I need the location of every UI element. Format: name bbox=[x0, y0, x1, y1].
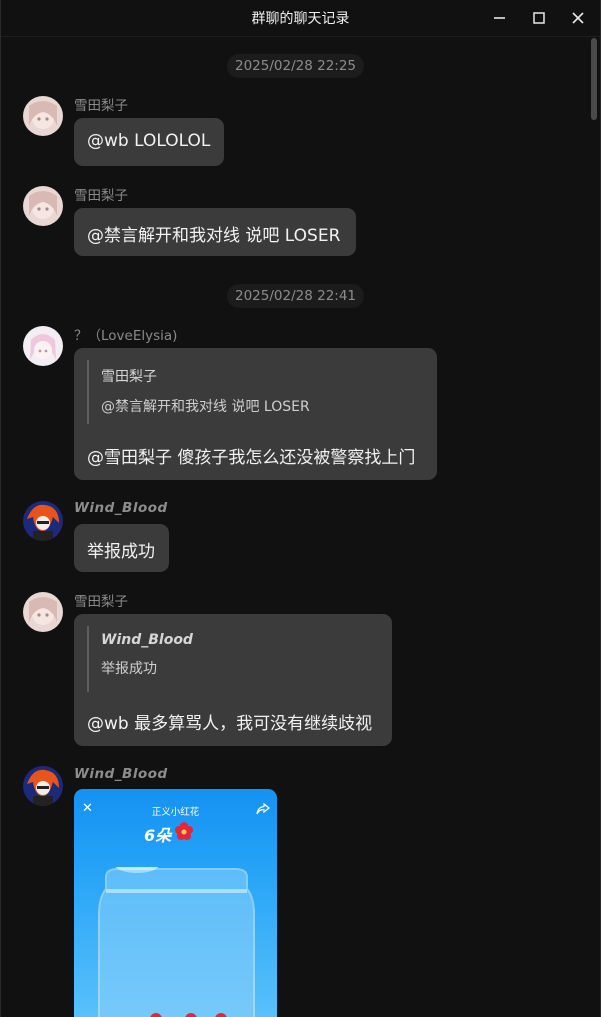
red-flower-icon bbox=[174, 821, 194, 845]
message-bubble[interactable]: 雪田梨子 @禁言解开和我对线 说吧 LOSER @雪田梨子 傻孩子我怎么还没被警… bbox=[74, 348, 437, 480]
maximize-icon[interactable] bbox=[529, 8, 549, 28]
avatar[interactable] bbox=[23, 186, 63, 226]
chat-history-window: 群聊的聊天记录 2025/02/28 22:25 雪田梨子 @wb LOLOLO… bbox=[0, 0, 601, 1017]
sender-name: Wind_Blood bbox=[74, 766, 168, 782]
sender-name: 雪田梨子 bbox=[74, 594, 128, 610]
quoted-sender: Wind_Blood bbox=[101, 632, 193, 648]
message-text: @雪田梨子 傻孩子我怎么还没被警察找上门 bbox=[87, 448, 416, 468]
image-message[interactable]: ✕ 正义小红花 6朵 bbox=[74, 789, 277, 1017]
quoted-message[interactable]: Wind_Blood 举报成功 bbox=[87, 626, 193, 692]
close-icon[interactable] bbox=[568, 8, 588, 28]
sender-name: Wind_Blood bbox=[74, 500, 168, 516]
message-bubble[interactable]: 举报成功 bbox=[74, 524, 169, 572]
avatar[interactable] bbox=[23, 96, 63, 136]
timestamp-divider: 2025/02/28 22:25 bbox=[227, 54, 365, 78]
avatar[interactable] bbox=[23, 501, 63, 541]
sender-name: 雪田梨子 bbox=[74, 98, 128, 114]
sender-name: ？（LoveElysia) bbox=[74, 328, 178, 344]
flower-count: 6朵 bbox=[144, 826, 172, 845]
message-bubble[interactable]: Wind_Blood 举报成功 @wb 最多算骂人，我可没有继续歧视 bbox=[74, 614, 392, 746]
message-text: @禁言解开和我对线 说吧 LOSER bbox=[87, 226, 341, 246]
minimize-icon[interactable] bbox=[490, 8, 510, 28]
quoted-text: @禁言解开和我对线 说吧 LOSER bbox=[101, 399, 310, 415]
quoted-message[interactable]: 雪田梨子 @禁言解开和我对线 说吧 LOSER bbox=[87, 360, 310, 424]
quoted-text: 举报成功 bbox=[101, 661, 157, 677]
jar-illustration bbox=[94, 857, 259, 1017]
image-title: 正义小红花 bbox=[151, 807, 200, 818]
scrollbar-thumb[interactable] bbox=[591, 38, 597, 120]
message-bubble[interactable]: @禁言解开和我对线 说吧 LOSER bbox=[74, 208, 356, 256]
message-text: @wb LOLOLOL bbox=[87, 131, 211, 151]
share-icon bbox=[256, 801, 270, 815]
title-bar[interactable]: 群聊的聊天记录 bbox=[1, 0, 600, 37]
message-list[interactable]: 2025/02/28 22:25 雪田梨子 @wb LOLOLOL 雪田梨子 @… bbox=[1, 36, 587, 1017]
quoted-sender: 雪田梨子 bbox=[101, 369, 157, 385]
message-bubble[interactable]: @wb LOLOLOL bbox=[74, 118, 224, 166]
message-text: @wb 最多算骂人，我可没有继续歧视 bbox=[87, 714, 373, 734]
window-title: 群聊的聊天记录 bbox=[251, 11, 350, 27]
message-text: 举报成功 bbox=[87, 542, 155, 562]
avatar[interactable] bbox=[23, 766, 63, 806]
timestamp-divider: 2025/02/28 22:41 bbox=[227, 284, 365, 308]
scrollbar[interactable] bbox=[589, 36, 597, 1017]
avatar[interactable] bbox=[23, 326, 63, 366]
avatar[interactable] bbox=[23, 592, 63, 632]
sender-name: 雪田梨子 bbox=[74, 188, 128, 204]
